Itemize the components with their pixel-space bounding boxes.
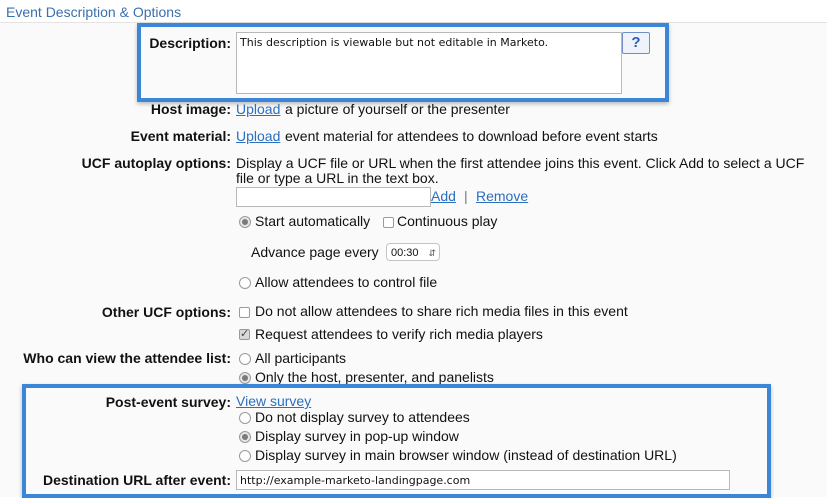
survey-main-window-radio[interactable]: [239, 450, 251, 462]
advance-page-label: Advance page every: [251, 244, 379, 260]
continuous-play-label: Continuous play: [397, 213, 498, 229]
start-automatically-radio[interactable]: [239, 216, 251, 228]
section-title: Event Description & Options: [6, 4, 182, 20]
destination-url-input[interactable]: [236, 470, 730, 490]
survey-popup-label: Display survey in pop-up window: [255, 428, 459, 444]
updown-chevron-icon: ⇵: [428, 248, 436, 258]
advance-interval-select[interactable]: 00:30 ⇵: [386, 243, 440, 261]
ucf-url-input[interactable]: [236, 187, 431, 207]
other-ucf-label: Other UCF options:: [101, 304, 231, 320]
start-automatically-label: Start automatically: [255, 213, 371, 229]
host-image-text: a picture of yourself or the presenter: [285, 101, 510, 117]
view-survey-link[interactable]: View survey: [236, 393, 311, 409]
no-share-checkbox[interactable]: [239, 307, 250, 318]
verify-media-label: Request attendees to verify rich media p…: [255, 326, 543, 342]
survey-main-window-label: Display survey in main browser window (i…: [255, 447, 677, 463]
destination-url-label: Destination URL after event:: [43, 472, 231, 488]
verify-media-checkbox[interactable]: [239, 327, 250, 340]
ucf-autoplay-label: UCF autoplay options:: [81, 155, 231, 171]
advance-interval-value: 00:30: [391, 247, 419, 259]
attendee-list-label: Who can view the attendee list:: [23, 350, 231, 366]
ucf-add-link[interactable]: Add: [431, 188, 456, 204]
no-share-label: Do not allow attendees to share rich med…: [255, 303, 628, 319]
ucf-autoplay-text-line2: file or type a URL in the text box.: [236, 170, 439, 186]
help-button[interactable]: ?: [622, 32, 650, 54]
event-material-text: event material for attendees to download…: [285, 128, 658, 144]
ucf-autoplay-text-line1: Display a UCF file or URL when the first…: [236, 155, 805, 171]
host-image-upload-link[interactable]: Upload: [236, 101, 280, 117]
only-host-radio[interactable]: [239, 372, 251, 384]
event-material-label: Event material:: [130, 128, 231, 144]
host-image-label: Host image:: [150, 101, 231, 117]
only-host-label: Only the host, presenter, and panelists: [255, 369, 494, 385]
allow-control-label: Allow attendees to control file: [255, 274, 438, 290]
event-material-upload-link[interactable]: Upload: [236, 128, 280, 144]
survey-popup-radio[interactable]: [239, 431, 251, 443]
post-event-survey-label: Post-event survey:: [105, 394, 231, 410]
ucf-link-separator: |: [464, 188, 468, 204]
survey-none-radio[interactable]: [239, 412, 251, 424]
description-label: Description:: [149, 35, 231, 51]
survey-none-label: Do not display survey to attendees: [255, 409, 470, 425]
ucf-remove-link[interactable]: Remove: [476, 188, 528, 204]
all-participants-label: All participants: [255, 350, 347, 366]
all-participants-radio[interactable]: [239, 353, 251, 365]
description-field[interactable]: This description is viewable but not edi…: [236, 32, 622, 94]
continuous-play-checkbox[interactable]: [383, 217, 394, 228]
allow-control-radio[interactable]: [239, 277, 251, 289]
